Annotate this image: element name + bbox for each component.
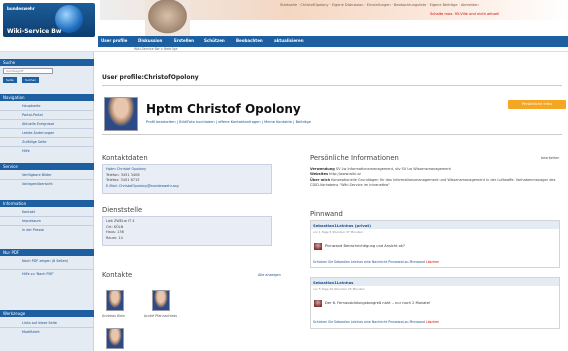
- info-section-header: Information: [0, 200, 94, 207]
- info-key: Verwendung: [310, 167, 335, 171]
- page-title: User profile:ChristofOpolony: [102, 74, 199, 81]
- profile-name: Hptm Christof Opolony: [146, 102, 301, 116]
- nav-section-header: Navigation: [0, 94, 94, 101]
- top-links[interactable]: Startseite · ChristofOpolony · Eigene Di…: [280, 3, 566, 7]
- profile-actions[interactable]: Profil bearbeiten | Bild/Foto hochladen …: [146, 120, 311, 124]
- sidebar-item-hilfe[interactable]: Hilfe: [22, 149, 92, 153]
- info-value: Konzeptionelle Grundlagen für das Inform…: [310, 177, 556, 188]
- logo-small-text: bundeswehr: [7, 6, 35, 11]
- post-message: Der 6. Fernausbildungskongreß naht .. nu…: [325, 301, 431, 305]
- contacts-show-all[interactable]: Alle anzeigen: [258, 273, 281, 277]
- sidebar-item-pdf-help[interactable]: Hilfe zu 'Nach PDF': [22, 272, 92, 276]
- sidebar-item-presse[interactable]: In der Presse: [22, 228, 92, 232]
- post-date: vor 5 Tage 20 Stunden 25 Minuten: [313, 287, 365, 291]
- personal-info-button[interactable]: Persönliche Infos: [508, 100, 566, 109]
- info-edit-link[interactable]: bearbeiten: [541, 156, 559, 160]
- pinwand-post: Sebastian1Leinhos vor 5 Tage 20 Stunden …: [310, 277, 560, 329]
- contacts-title: Kontakte: [102, 271, 133, 279]
- contact-avatar[interactable]: [106, 328, 124, 349]
- sidebar-item-kontakt[interactable]: Kontakt: [22, 210, 92, 214]
- delete-link[interactable]: Löschen: [426, 260, 439, 264]
- contact-email[interactable]: E-Mail: ChristofOpolony@bundeswehr.org: [106, 184, 268, 190]
- service-section-header: Service: [0, 163, 94, 170]
- post-author[interactable]: Sebastian1Leinhos (privat): [311, 221, 559, 229]
- sidebar-item-letzte[interactable]: Letzte Änderungen: [22, 131, 92, 135]
- main-nav: User profile Diskussion Erstellen Schütz…: [98, 36, 568, 47]
- office-title: Dienststelle: [102, 206, 143, 214]
- logo-title: Wiki-Service Bw: [7, 28, 62, 35]
- tab-user-profile[interactable]: User profile: [101, 38, 127, 43]
- author-avatar[interactable]: [314, 300, 322, 307]
- tools-section-header: Werkzeuge: [0, 310, 94, 317]
- sidebar-item-hauptseite[interactable]: Hauptseite: [22, 104, 92, 108]
- office-room: Raum: 14: [106, 235, 123, 240]
- post-message: Pinnwand Benachrichtigung und Ansicht ok…: [325, 244, 405, 248]
- post-author[interactable]: Sebastian1Leinhos: [311, 278, 559, 286]
- search-button[interactable]: Seite: [3, 77, 17, 83]
- personal-info-title: Persönliche Informationen: [310, 154, 399, 162]
- tab-aktualisieren[interactable]: aktualisieren: [274, 38, 304, 43]
- header: bundeswehr Wiki-Service Bw Startseite · …: [0, 0, 568, 52]
- sidebar-item-vorlagen[interactable]: Vorlagenübersicht: [22, 182, 92, 186]
- sidebar-item-impressum[interactable]: Impressum: [22, 219, 92, 223]
- post-links[interactable]: Schicken Sie Sebastian Leinhos eine Nach…: [313, 260, 439, 264]
- contact-title: Kontaktdaten: [102, 154, 148, 162]
- tab-schuetzen[interactable]: Schützen: [204, 38, 225, 43]
- sidebar-item-ereignisse[interactable]: Aktuelle Ereignisse: [22, 122, 92, 126]
- sidebar-item-modifiziert[interactable]: Modifiziert: [22, 330, 92, 334]
- main-content: User profile:ChristofOpolony Hptm Christ…: [98, 52, 568, 351]
- office-box: Lwk ZWELw IT 4 Ort: KÖLN Haus: 136 Raum:…: [102, 216, 272, 246]
- header-photo: [145, 0, 190, 36]
- delete-link[interactable]: Löschen: [426, 320, 439, 324]
- profile-avatar[interactable]: [104, 97, 138, 131]
- info-key: Websites: [310, 172, 329, 177]
- contact-avatar[interactable]: [152, 290, 170, 311]
- breadcrumb[interactable]: Wiki-Service Bw > Beitr?ge: [134, 47, 177, 51]
- info-key: Über mich: [310, 177, 331, 182]
- post-links-text[interactable]: Schicken Sie Sebastian Leinhos eine Nach…: [313, 320, 425, 324]
- tab-erstellen[interactable]: Erstellen: [174, 38, 194, 43]
- info-value: SV Lw Informationsmanagement, stv SV Lw …: [335, 167, 451, 171]
- tab-diskussion[interactable]: Diskussion: [138, 38, 162, 43]
- sidebar-item-portal[interactable]: Portal-Portal: [22, 113, 92, 117]
- post-links[interactable]: Schicken Sie Sebastian Leinhos eine Nach…: [313, 320, 439, 324]
- post-links-text[interactable]: Schicken Sie Sebastian Leinhos eine Nach…: [313, 260, 425, 264]
- website-link[interactable]: http://www.wiki.zz: [329, 172, 361, 176]
- fulltext-button[interactable]: Suchen: [22, 77, 40, 83]
- sidebar-item-zufall[interactable]: Zufällige Seite: [22, 140, 92, 144]
- search-input[interactable]: Suchbegriff: [3, 68, 53, 74]
- author-avatar[interactable]: [314, 243, 322, 250]
- contact-avatar[interactable]: [106, 290, 124, 311]
- sidebar-item-links[interactable]: Links auf diese Seite: [22, 321, 92, 325]
- contact-name-1[interactable]: Andreas Klein: [102, 314, 125, 318]
- search-header: Suche: [0, 59, 94, 66]
- contact-box: Hptm Christof Opolony Telefon: 3451 3406…: [102, 164, 272, 194]
- sidebar-item-pdf[interactable]: Nach PDF zeigen (6 Seiten): [22, 259, 92, 263]
- pinwand-title: Pinnwand: [310, 210, 343, 218]
- wiki-logo[interactable]: bundeswehr Wiki-Service Bw: [3, 3, 95, 37]
- sidebar: Suche Suchbegriff Seite Suchen Navigatio…: [0, 52, 94, 351]
- contact-name-2[interactable]: André Pfannschiess: [144, 314, 177, 318]
- tab-beobachten[interactable]: Beobachten: [236, 38, 263, 43]
- post-date: vor 1 Tage 5 Stunden 37 Minuten: [313, 230, 363, 234]
- alert-text: Schalte max. 95-Ville und nicht aktuell: [430, 12, 500, 16]
- pdf-section-header: Nur PDF: [0, 249, 94, 256]
- pinwand-post: Sebastian1Leinhos (privat) vor 1 Tage 5 …: [310, 220, 560, 268]
- sidebar-item-bilder[interactable]: Verfügbare Bilder: [22, 173, 92, 177]
- personal-info-block: Verwendung SV Lw Informationsmanagement,…: [310, 167, 560, 189]
